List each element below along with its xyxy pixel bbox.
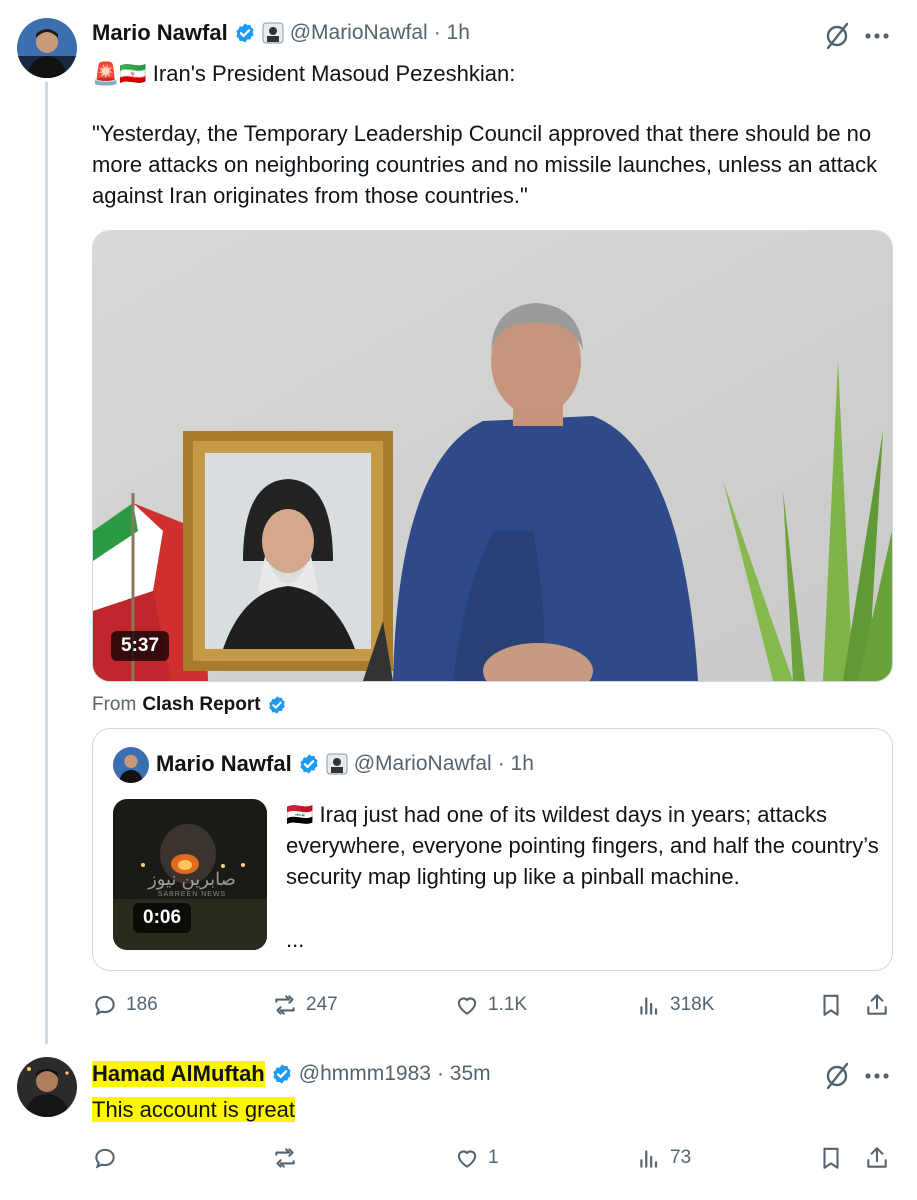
quoted-ellipsis: ...	[286, 927, 305, 952]
heart-icon	[457, 1150, 477, 1168]
quoted-video-duration: 0:06	[133, 903, 192, 933]
from-label: From	[92, 694, 137, 715]
more-icon[interactable]	[863, 1064, 891, 1093]
views-icon	[640, 997, 658, 1015]
quoted-avatar	[113, 747, 149, 783]
video-thumbnail	[93, 231, 892, 681]
bookmark-icon	[823, 1147, 839, 1169]
reply-like-button[interactable]: 1	[454, 1145, 499, 1171]
grok-icon[interactable]	[822, 1062, 852, 1095]
video-duration: 5:37	[111, 631, 170, 661]
reply-author-name[interactable]: Hamad AlMuftah	[92, 1061, 265, 1087]
grok-icon[interactable]	[822, 22, 852, 55]
views-icon	[640, 1150, 658, 1168]
bookmark-button[interactable]	[818, 992, 844, 1018]
repost-button[interactable]: 247	[272, 992, 338, 1018]
quoted-header: Mario Nawfal @MarioNawfal · 1h	[156, 751, 534, 777]
affiliate-badge-icon	[326, 753, 348, 775]
reply-icon	[95, 1148, 115, 1169]
reply-repost-button[interactable]	[272, 1145, 306, 1171]
reply-like-count: 1	[488, 1147, 499, 1168]
like-button[interactable]: 1.1K	[454, 992, 527, 1018]
verified-badge-icon	[300, 754, 318, 774]
reply-text-wrap: This account is great	[92, 1094, 295, 1125]
reply-avatar[interactable]	[17, 1057, 77, 1117]
reply-handle[interactable]: @hmmm1983	[299, 1062, 431, 1086]
share-icon	[867, 994, 887, 1015]
thread-line	[45, 82, 48, 1044]
tweet-headline: 🚨🇮🇷 Iran's President Masoud Pezeshkian:	[92, 58, 515, 89]
repost-count: 247	[306, 994, 338, 1015]
quoted-time: · 1h	[497, 752, 534, 775]
quoted-tweet-card[interactable]: Mario Nawfal @MarioNawfal · 1h صابرين ني…	[92, 728, 893, 971]
share-icon	[867, 1147, 887, 1168]
repost-icon	[275, 995, 295, 1015]
video-source: From Clash Report	[92, 694, 287, 716]
author-name[interactable]: Mario Nawfal	[92, 20, 228, 46]
reply-header: Hamad AlMuftah @hmmm1983 · 35m	[92, 1061, 491, 1087]
reply-share-button[interactable]	[864, 1145, 890, 1171]
quoted-author-name: Mario Nawfal	[156, 751, 292, 776]
reply-view-count: 73	[670, 1147, 692, 1168]
heart-icon	[457, 997, 477, 1015]
more-icon[interactable]	[863, 24, 891, 53]
quoted-body: Iraq just had one of its wildest days in…	[286, 802, 879, 889]
reply-reply-button[interactable]	[92, 1145, 126, 1171]
quoted-handle: @MarioNawfal	[353, 752, 492, 775]
share-button[interactable]	[864, 992, 890, 1018]
reply-time[interactable]: · 35m	[437, 1062, 491, 1086]
headline-text: Iran's President Masoud Pezeshkian:	[152, 61, 516, 86]
avatar[interactable]	[17, 18, 77, 78]
reply-count: 186	[126, 994, 158, 1015]
reply-button[interactable]: 186	[92, 992, 158, 1018]
tweet-header: Mario Nawfal @MarioNawfal · 1h	[92, 20, 470, 46]
bookmark-icon	[823, 994, 839, 1016]
reply-bookmark-button[interactable]	[818, 1145, 844, 1171]
flag-emojis: 🚨🇮🇷	[92, 61, 147, 86]
verified-badge-icon	[273, 1064, 291, 1084]
quoted-watermark-sub: SABREEN NEWS	[157, 891, 227, 898]
author-handle[interactable]: @MarioNawfal	[290, 21, 428, 45]
verified-badge-icon	[268, 696, 285, 714]
view-count: 318K	[670, 994, 715, 1015]
repost-icon	[275, 1148, 295, 1168]
verified-badge-icon	[236, 23, 254, 43]
quoted-video-thumbnail[interactable]: صابرين نيوز SABREEN NEWS 0:06	[113, 799, 267, 950]
quoted-text: 🇮🇶 Iraq just had one of its wildest days…	[286, 799, 881, 892]
views-button[interactable]: 318K	[636, 992, 714, 1018]
reply-icon	[95, 995, 115, 1016]
affiliate-badge-icon	[262, 22, 284, 44]
tweet-body: "Yesterday, the Temporary Leadership Cou…	[92, 121, 878, 208]
reply-text: This account is great	[92, 1097, 295, 1122]
reply-views-button[interactable]: 73	[636, 1145, 691, 1171]
source-name[interactable]: Clash Report	[142, 694, 260, 716]
iraq-flag: 🇮🇶	[286, 802, 314, 827]
quoted-watermark: صابرين نيوز	[148, 869, 236, 889]
post-time[interactable]: · 1h	[434, 21, 470, 45]
video-player[interactable]: 5:37	[92, 230, 893, 682]
like-count: 1.1K	[488, 994, 528, 1015]
